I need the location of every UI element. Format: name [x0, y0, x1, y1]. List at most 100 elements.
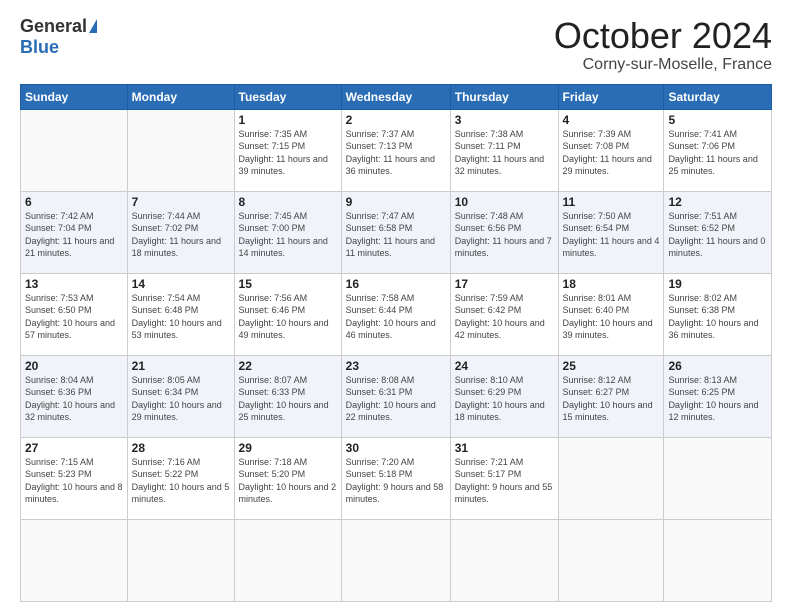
- col-tuesday: Tuesday: [234, 84, 341, 109]
- day-info: Sunrise: 7:53 AM Sunset: 6:50 PM Dayligh…: [25, 292, 123, 342]
- table-row: 16Sunrise: 7:58 AM Sunset: 6:44 PM Dayli…: [341, 273, 450, 355]
- day-info: Sunrise: 7:59 AM Sunset: 6:42 PM Dayligh…: [455, 292, 554, 342]
- day-number: 13: [25, 277, 123, 291]
- day-info: Sunrise: 7:54 AM Sunset: 6:48 PM Dayligh…: [132, 292, 230, 342]
- day-number: 29: [239, 441, 337, 455]
- day-info: Sunrise: 7:16 AM Sunset: 5:22 PM Dayligh…: [132, 456, 230, 506]
- table-row: 6Sunrise: 7:42 AM Sunset: 7:04 PM Daylig…: [21, 191, 128, 273]
- table-row: [558, 437, 664, 519]
- table-row: 8Sunrise: 7:45 AM Sunset: 7:00 PM Daylig…: [234, 191, 341, 273]
- logo: General Blue: [20, 16, 97, 58]
- day-number: 10: [455, 195, 554, 209]
- day-number: 23: [346, 359, 446, 373]
- table-row: 26Sunrise: 8:13 AM Sunset: 6:25 PM Dayli…: [664, 355, 772, 437]
- table-row: 27Sunrise: 7:15 AM Sunset: 5:23 PM Dayli…: [21, 437, 128, 519]
- table-row: 11Sunrise: 7:50 AM Sunset: 6:54 PM Dayli…: [558, 191, 664, 273]
- day-number: 12: [668, 195, 767, 209]
- table-row: 29Sunrise: 7:18 AM Sunset: 5:20 PM Dayli…: [234, 437, 341, 519]
- calendar-table: Sunday Monday Tuesday Wednesday Thursday…: [20, 84, 772, 602]
- day-number: 6: [25, 195, 123, 209]
- day-info: Sunrise: 7:21 AM Sunset: 5:17 PM Dayligh…: [455, 456, 554, 506]
- day-info: Sunrise: 7:41 AM Sunset: 7:06 PM Dayligh…: [668, 128, 767, 178]
- day-info: Sunrise: 8:05 AM Sunset: 6:34 PM Dayligh…: [132, 374, 230, 424]
- table-row: 20Sunrise: 8:04 AM Sunset: 6:36 PM Dayli…: [21, 355, 128, 437]
- page: General Blue October 2024 Corny-sur-Mose…: [0, 0, 792, 612]
- logo-triangle-icon: [89, 19, 97, 33]
- table-row: 3Sunrise: 7:38 AM Sunset: 7:11 PM Daylig…: [450, 109, 558, 191]
- logo-blue-text: Blue: [20, 37, 59, 58]
- table-row: 18Sunrise: 8:01 AM Sunset: 6:40 PM Dayli…: [558, 273, 664, 355]
- day-info: Sunrise: 7:38 AM Sunset: 7:11 PM Dayligh…: [455, 128, 554, 178]
- day-info: Sunrise: 7:58 AM Sunset: 6:44 PM Dayligh…: [346, 292, 446, 342]
- table-row: 12Sunrise: 7:51 AM Sunset: 6:52 PM Dayli…: [664, 191, 772, 273]
- table-row: 24Sunrise: 8:10 AM Sunset: 6:29 PM Dayli…: [450, 355, 558, 437]
- table-row: 31Sunrise: 7:21 AM Sunset: 5:17 PM Dayli…: [450, 437, 558, 519]
- day-info: Sunrise: 7:50 AM Sunset: 6:54 PM Dayligh…: [563, 210, 660, 260]
- day-number: 20: [25, 359, 123, 373]
- day-number: 11: [563, 195, 660, 209]
- table-row: 13Sunrise: 7:53 AM Sunset: 6:50 PM Dayli…: [21, 273, 128, 355]
- calendar-week-row: 6Sunrise: 7:42 AM Sunset: 7:04 PM Daylig…: [21, 191, 772, 273]
- day-number: 25: [563, 359, 660, 373]
- day-number: 19: [668, 277, 767, 291]
- logo-general-text: General: [20, 16, 87, 37]
- day-info: Sunrise: 8:07 AM Sunset: 6:33 PM Dayligh…: [239, 374, 337, 424]
- title-block: October 2024 Corny-sur-Moselle, France: [554, 16, 772, 74]
- day-number: 15: [239, 277, 337, 291]
- day-info: Sunrise: 7:44 AM Sunset: 7:02 PM Dayligh…: [132, 210, 230, 260]
- col-saturday: Saturday: [664, 84, 772, 109]
- calendar-week-row: 27Sunrise: 7:15 AM Sunset: 5:23 PM Dayli…: [21, 437, 772, 519]
- day-info: Sunrise: 8:01 AM Sunset: 6:40 PM Dayligh…: [563, 292, 660, 342]
- day-number: 14: [132, 277, 230, 291]
- month-title: October 2024: [554, 16, 772, 56]
- day-info: Sunrise: 7:35 AM Sunset: 7:15 PM Dayligh…: [239, 128, 337, 178]
- table-row: [664, 437, 772, 519]
- day-info: Sunrise: 7:42 AM Sunset: 7:04 PM Dayligh…: [25, 210, 123, 260]
- day-info: Sunrise: 7:48 AM Sunset: 6:56 PM Dayligh…: [455, 210, 554, 260]
- table-row: [21, 519, 128, 601]
- day-number: 1: [239, 113, 337, 127]
- day-info: Sunrise: 7:47 AM Sunset: 6:58 PM Dayligh…: [346, 210, 446, 260]
- day-number: 16: [346, 277, 446, 291]
- day-number: 7: [132, 195, 230, 209]
- table-row: 30Sunrise: 7:20 AM Sunset: 5:18 PM Dayli…: [341, 437, 450, 519]
- day-info: Sunrise: 7:51 AM Sunset: 6:52 PM Dayligh…: [668, 210, 767, 260]
- day-info: Sunrise: 8:10 AM Sunset: 6:29 PM Dayligh…: [455, 374, 554, 424]
- col-friday: Friday: [558, 84, 664, 109]
- table-row: 14Sunrise: 7:54 AM Sunset: 6:48 PM Dayli…: [127, 273, 234, 355]
- day-number: 31: [455, 441, 554, 455]
- day-number: 8: [239, 195, 337, 209]
- day-number: 3: [455, 113, 554, 127]
- table-row: 21Sunrise: 8:05 AM Sunset: 6:34 PM Dayli…: [127, 355, 234, 437]
- table-row: 17Sunrise: 7:59 AM Sunset: 6:42 PM Dayli…: [450, 273, 558, 355]
- table-row: 9Sunrise: 7:47 AM Sunset: 6:58 PM Daylig…: [341, 191, 450, 273]
- day-number: 28: [132, 441, 230, 455]
- col-wednesday: Wednesday: [341, 84, 450, 109]
- table-row: [127, 109, 234, 191]
- table-row: [450, 519, 558, 601]
- table-row: [664, 519, 772, 601]
- header: General Blue October 2024 Corny-sur-Mose…: [20, 16, 772, 74]
- day-info: Sunrise: 8:04 AM Sunset: 6:36 PM Dayligh…: [25, 374, 123, 424]
- day-number: 18: [563, 277, 660, 291]
- table-row: [127, 519, 234, 601]
- calendar-week-row: 20Sunrise: 8:04 AM Sunset: 6:36 PM Dayli…: [21, 355, 772, 437]
- day-info: Sunrise: 7:18 AM Sunset: 5:20 PM Dayligh…: [239, 456, 337, 506]
- day-number: 30: [346, 441, 446, 455]
- day-info: Sunrise: 7:15 AM Sunset: 5:23 PM Dayligh…: [25, 456, 123, 506]
- table-row: 15Sunrise: 7:56 AM Sunset: 6:46 PM Dayli…: [234, 273, 341, 355]
- day-info: Sunrise: 7:37 AM Sunset: 7:13 PM Dayligh…: [346, 128, 446, 178]
- day-info: Sunrise: 7:45 AM Sunset: 7:00 PM Dayligh…: [239, 210, 337, 260]
- calendar-week-row: 13Sunrise: 7:53 AM Sunset: 6:50 PM Dayli…: [21, 273, 772, 355]
- day-info: Sunrise: 8:02 AM Sunset: 6:38 PM Dayligh…: [668, 292, 767, 342]
- table-row: [21, 109, 128, 191]
- col-monday: Monday: [127, 84, 234, 109]
- day-number: 2: [346, 113, 446, 127]
- table-row: 2Sunrise: 7:37 AM Sunset: 7:13 PM Daylig…: [341, 109, 450, 191]
- day-number: 9: [346, 195, 446, 209]
- calendar-week-row: 1Sunrise: 7:35 AM Sunset: 7:15 PM Daylig…: [21, 109, 772, 191]
- table-row: [558, 519, 664, 601]
- table-row: 5Sunrise: 7:41 AM Sunset: 7:06 PM Daylig…: [664, 109, 772, 191]
- day-number: 17: [455, 277, 554, 291]
- table-row: 19Sunrise: 8:02 AM Sunset: 6:38 PM Dayli…: [664, 273, 772, 355]
